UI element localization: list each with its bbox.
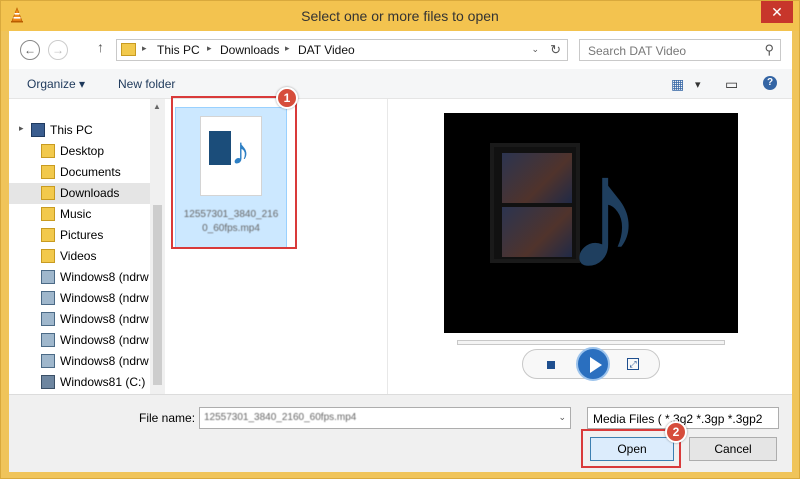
- local-disk-icon: [41, 375, 55, 389]
- breadcrumb-separator: ▸: [207, 43, 212, 53]
- organize-button[interactable]: Organize ▾: [27, 77, 85, 91]
- view-options-chevron-icon[interactable]: ▾: [695, 78, 701, 91]
- nav-item-pictures[interactable]: Pictures: [9, 225, 150, 246]
- downloads-folder-icon: [41, 186, 55, 200]
- nav-item-label: Downloads: [60, 186, 120, 200]
- address-bar[interactable]: ▸ This PC ▸ Downloads ▸ DAT Video ⌄ ↻: [116, 39, 568, 61]
- nav-item-local-disk[interactable]: Windows81 (C:): [9, 372, 150, 393]
- nav-item-label: Windows81 (C:): [60, 375, 146, 389]
- highlight-file: [171, 96, 297, 249]
- video-frame: [502, 207, 572, 257]
- play-button[interactable]: [576, 347, 610, 381]
- forward-button[interactable]: →: [48, 40, 68, 60]
- search-icon[interactable]: ⚲: [764, 42, 774, 58]
- play-icon: [590, 357, 602, 373]
- nav-item-this-pc[interactable]: ▸ This PC: [9, 120, 150, 141]
- command-bar: Organize ▾ New folder ▦ ▾ ▭ ?: [9, 69, 792, 99]
- music-note-icon: ♪: [564, 123, 644, 302]
- nav-item-label: Windows8 (ndrw: [60, 270, 149, 284]
- breadcrumb-downloads[interactable]: Downloads: [220, 43, 279, 57]
- chevron-down-icon: ▾: [79, 77, 86, 91]
- video-preview: ♪: [444, 113, 738, 333]
- nav-item-network-drive[interactable]: Windows8 (ndrw: [9, 267, 150, 288]
- nav-item-desktop[interactable]: Desktop: [9, 141, 150, 162]
- step-badge-2: 2: [665, 421, 687, 443]
- nav-item-network-drive[interactable]: Windows8 (ndrw: [9, 351, 150, 372]
- seek-bar[interactable]: [457, 340, 725, 345]
- window-title: Select one or more files to open: [301, 8, 499, 24]
- back-button[interactable]: ←: [20, 40, 40, 60]
- folder-icon: [121, 43, 136, 56]
- breadcrumb-dat-video[interactable]: DAT Video: [298, 43, 355, 57]
- video-frame: [502, 153, 572, 203]
- preview-pane-icon[interactable]: ▭: [725, 76, 738, 93]
- network-drive-icon: [41, 333, 55, 347]
- breadcrumb-separator: ▸: [285, 43, 290, 53]
- nav-item-label: Pictures: [60, 228, 104, 242]
- nav-item-label: Documents: [60, 165, 121, 179]
- dialog-body: ← → ↑ ▸ This PC ▸ Downloads ▸ DAT Video …: [9, 31, 792, 472]
- cancel-button[interactable]: Cancel: [689, 437, 777, 461]
- title-bar: Select one or more files to open ✕: [1, 1, 799, 31]
- scroll-thumb[interactable]: [153, 205, 162, 385]
- chevron-down-icon[interactable]: ⌄: [558, 412, 566, 423]
- nav-item-videos[interactable]: Videos: [9, 246, 150, 267]
- folder-icon: [41, 165, 55, 179]
- search-placeholder: Search DAT Video: [588, 44, 687, 58]
- nav-item-label: Music: [60, 207, 92, 221]
- breadcrumb-separator: ▸: [142, 43, 147, 53]
- nav-item-network-drive[interactable]: Windows8 (ndrw: [9, 330, 150, 351]
- breadcrumb-this-pc[interactable]: This PC: [157, 43, 200, 57]
- nav-item-label: Windows8 (ndrw: [60, 333, 149, 347]
- folder-icon: [41, 249, 55, 263]
- fullscreen-button[interactable]: ⤢: [627, 358, 639, 370]
- nav-scrollbar[interactable]: ▲ ▼: [150, 99, 165, 422]
- up-button[interactable]: ↑: [97, 39, 104, 55]
- nav-item-label: Windows8 (ndrw: [60, 291, 149, 305]
- nav-item-label: Windows8 (ndrw: [60, 312, 149, 326]
- organize-label: Organize: [27, 77, 76, 91]
- preview-pane: ♪ ⤢: [387, 99, 791, 422]
- close-button[interactable]: ✕: [761, 1, 793, 23]
- nav-item-label: Desktop: [60, 144, 105, 158]
- folder-icon: [41, 144, 55, 158]
- nav-item-label: Videos: [60, 249, 97, 263]
- network-drive-icon: [41, 312, 55, 326]
- expand-icon[interactable]: ▸: [19, 123, 24, 134]
- open-file-dialog: Select one or more files to open ✕ ← → ↑…: [0, 0, 800, 479]
- help-icon[interactable]: ?: [763, 76, 777, 90]
- address-row: ← → ↑ ▸ This PC ▸ Downloads ▸ DAT Video …: [9, 31, 792, 69]
- scroll-up-icon[interactable]: ▲: [153, 102, 161, 111]
- address-dropdown-icon[interactable]: ⌄: [531, 44, 539, 55]
- file-name-value: 12557301_3840_2160_60fps.mp4: [204, 412, 357, 423]
- refresh-icon[interactable]: ↻: [550, 42, 561, 58]
- nav-item-documents[interactable]: Documents: [9, 162, 150, 183]
- network-drive-icon: [41, 270, 55, 284]
- step-badge-1: 1: [276, 87, 298, 109]
- new-folder-button[interactable]: New folder: [118, 77, 175, 91]
- nav-item-network-drive[interactable]: Windows8 (ndrw: [9, 309, 150, 330]
- stop-button[interactable]: [547, 361, 555, 369]
- change-view-icon[interactable]: ▦: [671, 76, 684, 93]
- nav-item-network-drive[interactable]: Windows8 (ndrw: [9, 288, 150, 309]
- computer-icon: [31, 123, 45, 137]
- playback-controls: ⤢: [522, 347, 660, 381]
- navigation-pane: ▸ This PC Desktop Documents Downloads Mu…: [9, 99, 165, 422]
- file-name-input[interactable]: 12557301_3840_2160_60fps.mp4 ⌄: [199, 407, 571, 429]
- folder-icon: [41, 207, 55, 221]
- file-name-label: File name:: [139, 411, 196, 425]
- folder-icon: [41, 228, 55, 242]
- nav-item-downloads[interactable]: Downloads: [9, 183, 150, 204]
- nav-item-label: Windows8 (ndrw: [60, 354, 149, 368]
- search-input[interactable]: Search DAT Video ⚲: [579, 39, 781, 61]
- network-drive-icon: [41, 354, 55, 368]
- network-drive-icon: [41, 291, 55, 305]
- nav-item-label: This PC: [50, 123, 93, 137]
- nav-item-music[interactable]: Music: [9, 204, 150, 225]
